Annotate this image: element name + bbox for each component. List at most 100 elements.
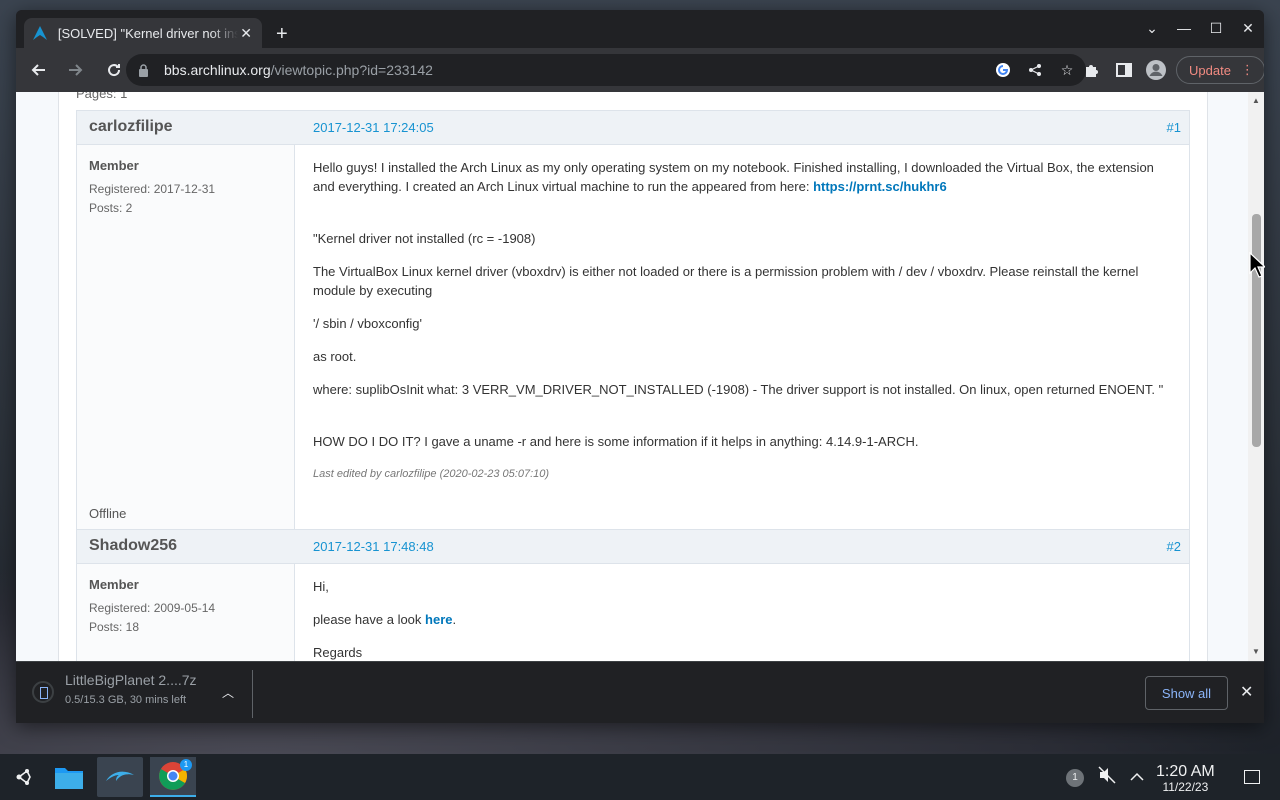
post-paragraph: where: suplibOsInit what: 3 VERR_VM_DRIV… xyxy=(313,382,1164,397)
author-registered: Registered: 2009-05-14 xyxy=(89,601,216,615)
tab-close-icon[interactable]: ✕ xyxy=(238,25,254,42)
notification-count-badge[interactable]: 1 xyxy=(1066,768,1084,787)
post-header: Shadow256 2017-12-31 17:48:48 #2 xyxy=(77,530,1189,564)
browser-toolbar: bbs.archlinux.org/viewtopic.php?id=23314… xyxy=(16,48,1264,92)
download-item[interactable]: LittleBigPlanet 2....7z 0.5/15.3 GB, 30 … xyxy=(32,672,197,706)
author-role: Member xyxy=(89,577,139,592)
post-text: Hello guys! I installed the Arch Linux a… xyxy=(313,160,1154,194)
post-text: please have a look xyxy=(313,612,426,627)
page-link-1[interactable]: 1 xyxy=(120,92,127,101)
post-date-link[interactable]: 2017-12-31 17:48:48 xyxy=(313,539,434,554)
chevron-up-icon[interactable]: ︿ xyxy=(222,684,234,701)
update-label: Update xyxy=(1189,62,1231,78)
post-author[interactable]: Shadow256 xyxy=(89,537,177,555)
screenshot-link[interactable]: https://prnt.sc/hukhr6 xyxy=(813,179,947,194)
post-text: . xyxy=(452,612,457,627)
forum-post: Shadow256 2017-12-31 17:48:48 #2 Member … xyxy=(76,529,1190,661)
post-author[interactable]: carlozfilipe xyxy=(89,118,173,136)
update-button[interactable]: Update ⋮ xyxy=(1176,56,1264,84)
chrome-notification-badge: 1 xyxy=(180,759,192,771)
tab-search-icon[interactable]: ⌄ xyxy=(1136,20,1168,37)
download-file-name: LittleBigPlanet 2....7z xyxy=(65,672,197,688)
system-tray: 1 xyxy=(1066,766,1144,789)
minimize-icon[interactable]: — xyxy=(1168,20,1200,37)
more-menu-icon: ⋮ xyxy=(1240,62,1254,77)
page-scrollbar[interactable]: ▲ ▼ xyxy=(1248,92,1264,661)
close-window-icon[interactable]: ✕ xyxy=(1232,20,1264,37)
post-body: Member Registered: 2017-12-31 Posts: 2 O… xyxy=(77,145,1189,529)
mouse-cursor-icon xyxy=(1249,252,1265,278)
scroll-down-arrow-icon[interactable]: ▼ xyxy=(1248,645,1264,659)
show-all-button[interactable]: Show all xyxy=(1145,676,1228,710)
tab-active[interactable]: [SOLVED] "Kernel driver not installed (r… xyxy=(24,18,262,48)
post-paragraph: HOW DO I DO IT? I gave a uname -r and he… xyxy=(313,434,919,449)
scroll-up-arrow-icon[interactable]: ▲ xyxy=(1248,94,1264,108)
extensions-icon[interactable] xyxy=(1080,54,1104,86)
show-desktop-button[interactable] xyxy=(1244,770,1260,784)
back-button[interactable] xyxy=(22,54,54,86)
here-link[interactable]: here xyxy=(425,612,452,627)
google-translate-icon[interactable] xyxy=(992,60,1014,80)
launcher-icon xyxy=(16,769,31,785)
download-bar: LittleBigPlanet 2....7z 0.5/15.3 GB, 30 … xyxy=(16,661,1264,723)
scroll-thumb[interactable] xyxy=(1252,214,1261,447)
maximize-icon[interactable]: ☐ xyxy=(1200,20,1232,37)
profile-avatar-icon[interactable] xyxy=(1144,54,1168,86)
post-paragraph: as root. xyxy=(313,349,357,364)
post-paragraph: please have a look here. xyxy=(313,610,1169,629)
side-panel-icon[interactable] xyxy=(1112,54,1136,86)
url-text: bbs.archlinux.org/viewtopic.php?id=23314… xyxy=(164,62,433,78)
post-number-link[interactable]: #1 xyxy=(1167,120,1181,135)
post-date-link[interactable]: 2017-12-31 17:24:05 xyxy=(313,120,434,135)
url-host: bbs.archlinux.org xyxy=(164,62,271,78)
post-header: carlozfilipe 2017-12-31 17:24:05 #1 xyxy=(77,111,1189,145)
clock-date: 11/22/23 xyxy=(1162,780,1209,794)
tray-expand-icon[interactable] xyxy=(1130,769,1144,787)
notification-count: 1 xyxy=(1072,772,1078,783)
address-bar[interactable]: bbs.archlinux.org/viewtopic.php?id=23314… xyxy=(126,54,1086,86)
author-status: Offline xyxy=(89,506,127,521)
forum-post: carlozfilipe 2017-12-31 17:24:05 #1 Memb… xyxy=(76,110,1190,530)
edited-note: Last edited by carlozfilipe (2020-02-23 … xyxy=(313,468,550,480)
tab-strip: [SOLVED] "Kernel driver not installed (r… xyxy=(16,10,1264,48)
author-role: Member xyxy=(89,158,139,173)
download-progress-icon xyxy=(32,681,54,703)
toolbar-right: Update ⋮ xyxy=(1080,54,1264,86)
bookmark-star-icon[interactable]: ☆ xyxy=(1056,60,1078,80)
dolphin-emulator-button[interactable] xyxy=(97,757,143,797)
omnibox-icons: ☆ xyxy=(992,60,1078,80)
new-tab-button[interactable]: + xyxy=(276,24,288,44)
post-paragraph: Hi, xyxy=(313,579,329,594)
post-paragraph: The VirtualBox Linux kernel driver (vbox… xyxy=(313,264,1139,298)
tab-title: [SOLVED] "Kernel driver not installed (r… xyxy=(57,25,239,41)
page-viewport: Pages: 1 carlozfilipe 2017-12-31 17:24:0… xyxy=(16,92,1264,661)
volume-muted-icon[interactable] xyxy=(1098,766,1116,789)
author-registered: Registered: 2017-12-31 xyxy=(89,182,216,196)
chrome-taskbar-button[interactable]: 1 xyxy=(150,757,196,797)
post-content: Hi, please have a look here. Regards xyxy=(313,577,1169,661)
arch-logo-icon xyxy=(32,25,48,41)
lock-icon[interactable] xyxy=(138,63,152,77)
download-status: 0.5/15.3 GB, 30 mins left xyxy=(65,694,187,706)
share-icon[interactable] xyxy=(1024,60,1046,80)
dolphin-icon xyxy=(106,771,134,781)
pagination: Pages: 1 xyxy=(76,92,127,101)
file-manager-button[interactable] xyxy=(46,757,92,797)
post-body: Member Registered: 2009-05-14 Posts: 18 … xyxy=(77,564,1189,661)
close-download-bar-icon[interactable]: ✕ xyxy=(1240,682,1253,702)
forum-page: Pages: 1 carlozfilipe 2017-12-31 17:24:0… xyxy=(58,92,1208,661)
app-launcher-button[interactable] xyxy=(0,757,46,797)
post-number-link[interactable]: #2 xyxy=(1167,539,1181,554)
window-controls: ⌄ — ☐ ✕ xyxy=(1136,20,1264,37)
forward-button[interactable] xyxy=(60,54,92,86)
folder-icon xyxy=(55,768,83,789)
clock[interactable]: 1:20 AM 11/22/23 xyxy=(1156,763,1215,794)
author-post-count: Posts: 18 xyxy=(89,620,140,634)
url-path: /viewtopic.php?id=233142 xyxy=(270,62,433,78)
post-paragraph: "Kernel driver not installed (rc = -1908… xyxy=(313,231,536,246)
download-divider xyxy=(252,670,253,718)
post-paragraph: '/ sbin / vboxconfig' xyxy=(313,316,423,331)
post-author-info: Member Registered: 2009-05-14 Posts: 18 xyxy=(77,564,295,661)
download-info: LittleBigPlanet 2....7z 0.5/15.3 GB, 30 … xyxy=(65,672,197,706)
post-paragraph: Hello guys! I installed the Arch Linux a… xyxy=(313,158,1169,196)
